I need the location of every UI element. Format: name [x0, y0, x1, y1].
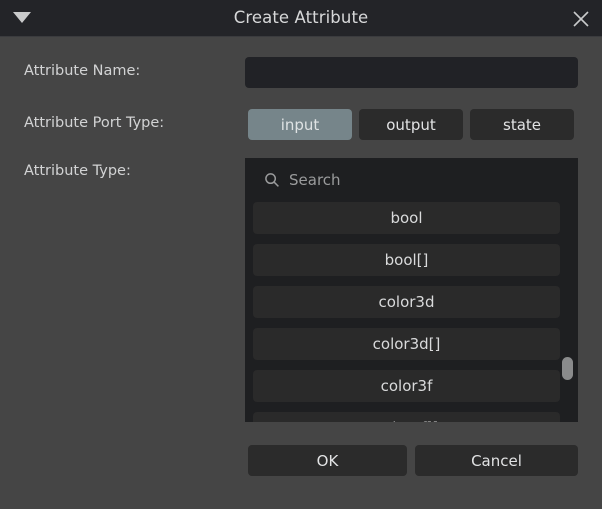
- create-attribute-dialog: Create Attribute Attribute Name: Attribu…: [0, 0, 602, 509]
- attribute-name-label: Attribute Name:: [24, 63, 140, 79]
- type-list-item[interactable]: bool: [253, 202, 560, 234]
- attribute-type-label: Attribute Type:: [24, 163, 131, 179]
- close-icon[interactable]: [568, 6, 594, 32]
- type-list-item-label: bool[]: [385, 251, 429, 269]
- dialog-title: Create Attribute: [0, 0, 602, 36]
- type-search-row: [245, 158, 578, 202]
- type-list-item[interactable]: bool[]: [253, 244, 560, 276]
- attribute-type-picker: bool bool[] color3d color3d[] color3f color3f…: [245, 158, 578, 422]
- type-list-scrollbar-thumb[interactable]: [562, 357, 573, 380]
- port-type-input-button[interactable]: input: [248, 109, 352, 140]
- cancel-button[interactable]: Cancel: [415, 445, 578, 476]
- type-list-item-label: bool: [390, 209, 422, 227]
- type-list-item-label: color3d: [378, 293, 434, 311]
- attribute-type-list[interactable]: bool bool[] color3d color3d[] color3f color3f…: [245, 202, 578, 422]
- type-list-item-label: color3f[]: [375, 419, 438, 422]
- type-list-item[interactable]: color3d[]: [253, 328, 560, 360]
- type-list-item-label: color3f: [381, 377, 433, 395]
- type-list-item[interactable]: color3f[]: [253, 412, 560, 422]
- search-icon: [264, 172, 280, 188]
- port-type-state-button[interactable]: state: [470, 109, 574, 140]
- attribute-port-type-label: Attribute Port Type:: [24, 115, 164, 131]
- port-type-output-button[interactable]: output: [359, 109, 463, 140]
- titlebar-divider: [0, 36, 602, 37]
- dialog-titlebar: Create Attribute: [0, 0, 602, 36]
- type-list-item[interactable]: color3d: [253, 286, 560, 318]
- attribute-name-input[interactable]: [245, 57, 578, 88]
- ok-button[interactable]: OK: [248, 445, 407, 476]
- type-list-scrollbar-track[interactable]: [562, 204, 573, 420]
- type-list-item[interactable]: color3f: [253, 370, 560, 402]
- type-list-item-label: color3d[]: [373, 335, 441, 353]
- type-search-input[interactable]: [289, 169, 564, 191]
